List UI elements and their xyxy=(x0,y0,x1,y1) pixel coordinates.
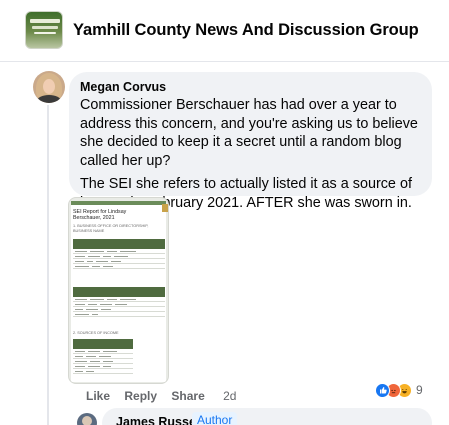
group-cover-thumbnail[interactable] xyxy=(25,11,63,49)
reply-avatar[interactable] xyxy=(77,413,97,425)
document-preview: SEI Report for Lindsay Berschauer, 2021 … xyxy=(71,201,166,382)
document-section-heading: 2. SOURCES OF INCOME xyxy=(73,331,119,335)
document-table xyxy=(73,287,165,317)
comment-timestamp[interactable]: 2d xyxy=(223,389,236,403)
avatar[interactable] xyxy=(33,71,65,103)
comment-bubble: Megan Corvus Commissioner Berschauer has… xyxy=(69,72,432,211)
author-badge: Author xyxy=(192,412,238,425)
document-section-heading: 1. BUSINESS OFFICE OR DIRECTORSHIP, BUSI… xyxy=(73,224,149,233)
like-button[interactable]: Like xyxy=(86,389,110,403)
comment-author[interactable]: Megan Corvus xyxy=(80,79,420,95)
group-name[interactable]: Yamhill County News And Discussion Group xyxy=(73,21,419,40)
comment-actions: Like Reply Share 2d xyxy=(86,389,236,403)
reply-author[interactable]: James Russell xyxy=(116,415,203,425)
reply-button[interactable]: Reply xyxy=(124,389,157,403)
document-title: SEI Report for Lindsay Berschauer, 2021 xyxy=(73,209,127,221)
thread-line xyxy=(47,105,49,425)
share-button[interactable]: Share xyxy=(171,389,204,403)
reaction-summary[interactable]: 9 xyxy=(375,380,423,400)
document-table xyxy=(73,239,165,269)
like-icon xyxy=(375,382,390,398)
comment-paragraph: Commissioner Berschauer has had over a y… xyxy=(80,97,418,169)
attached-image[interactable]: SEI Report for Lindsay Berschauer, 2021 … xyxy=(68,197,169,384)
reaction-count: 9 xyxy=(416,383,423,397)
document-table xyxy=(73,339,133,374)
group-header: Yamhill County News And Discussion Group xyxy=(0,0,449,62)
